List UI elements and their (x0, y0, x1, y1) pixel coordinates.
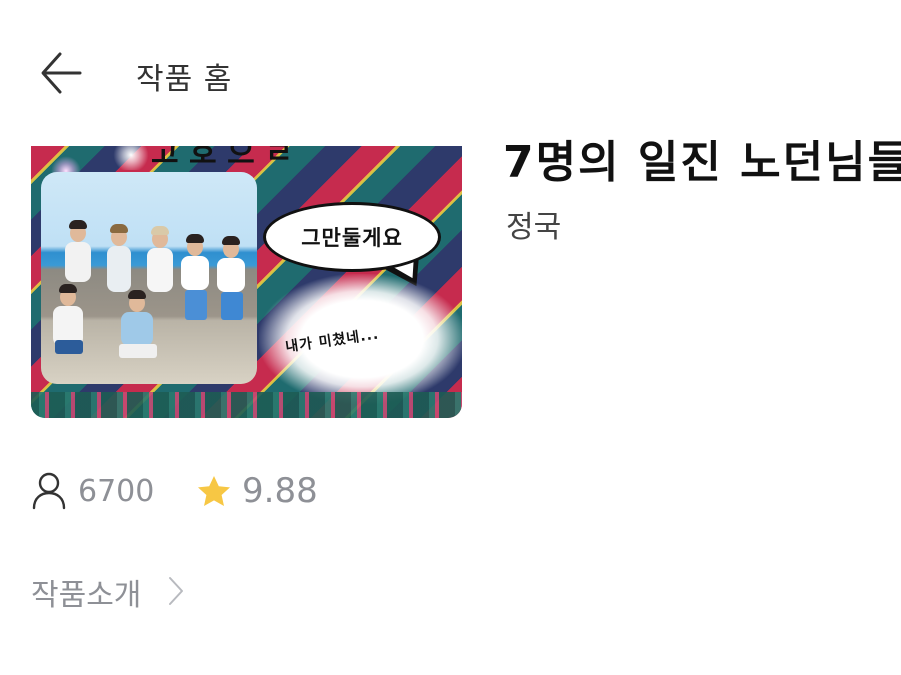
figure-legs (185, 290, 207, 320)
arrow-left-icon (41, 52, 82, 94)
figure-hair (186, 234, 204, 243)
speech-bubble: 그만둘게요 (263, 202, 441, 272)
app-header: 작품 홈 (0, 0, 901, 145)
figure-hair (59, 284, 77, 293)
figure-hair (110, 224, 128, 233)
chevron-right-icon (169, 577, 183, 605)
figure-legs (221, 292, 243, 320)
work-intro-label: 작품소개 (31, 578, 142, 613)
star-icon (198, 476, 230, 506)
figure-hair (151, 226, 169, 235)
figure-hair (128, 290, 146, 299)
reader-count: 6700 (78, 474, 155, 509)
person-icon (32, 472, 66, 510)
author-name[interactable]: 정국 (506, 202, 561, 246)
figure (217, 258, 245, 292)
figure (107, 246, 131, 292)
figure-legs (119, 344, 157, 358)
cover-top-text: 고 호 으 ㄹ (151, 146, 293, 171)
figure (65, 242, 91, 282)
cover-photo (41, 172, 257, 384)
cover-sparkle (111, 146, 151, 170)
cover-image[interactable]: 고 호 으 ㄹ 그만둘게요 내가 미쳤네... (31, 146, 462, 418)
speech-bubble-text: 그만둘게요 (301, 226, 403, 250)
figure-legs (55, 340, 83, 354)
page-title: 작품 홈 (136, 62, 233, 97)
figure (181, 256, 209, 290)
cover-floral-border (31, 392, 462, 418)
figure-hair (69, 220, 87, 229)
figure (121, 312, 153, 346)
figure-hair (222, 236, 240, 245)
figure (147, 248, 173, 292)
back-button[interactable] (36, 48, 86, 98)
work-title: 7명의 일진 노던님들 (503, 137, 901, 188)
rating-value: 9.88 (242, 471, 318, 511)
